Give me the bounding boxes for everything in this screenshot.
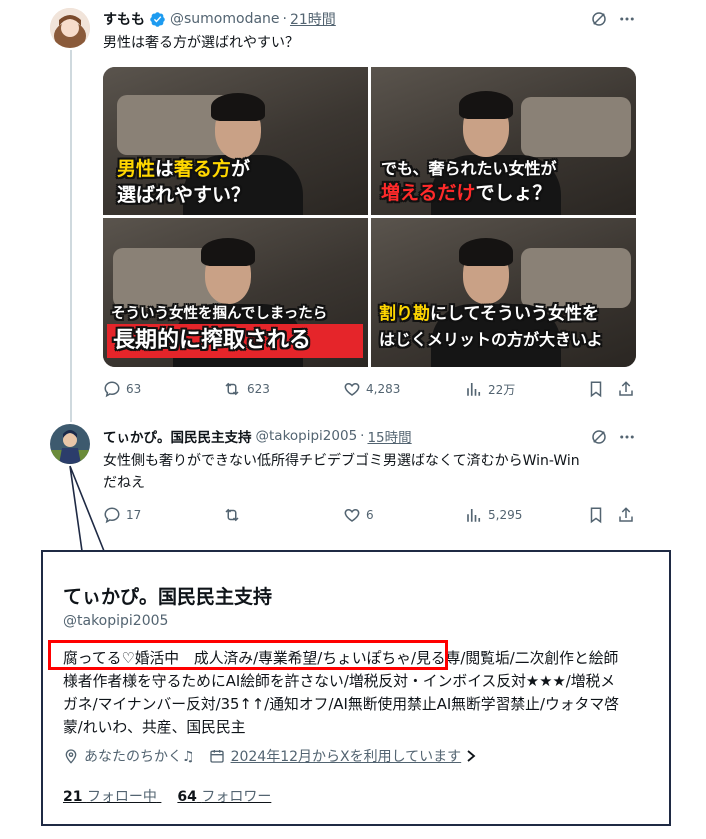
following-count: 21 xyxy=(63,789,83,805)
profile-meta: あなたのちかく♫ 2024年12月からXを利用しています xyxy=(63,746,477,766)
profile-joined-link[interactable]: 2024年12月からXを利用しています xyxy=(231,746,462,766)
profile-handle[interactable]: @takopipi2005 xyxy=(63,613,168,629)
followers-link[interactable]: 64 フォロワー xyxy=(177,789,271,805)
profile-follow-stats: 21 フォロー中 64 フォロワー xyxy=(63,786,271,806)
bio-line: 様者作者様を守るためにAI絵師を許さない/増税反対・インボイス反対★★★/増税メ xyxy=(63,673,616,690)
highlight-box xyxy=(48,640,448,670)
profile-location: あなたのちかく♫ xyxy=(84,749,195,765)
following-link[interactable]: 21 フォロー中 xyxy=(63,789,161,805)
following-label: フォロー中 xyxy=(86,789,157,805)
chevron-right-icon xyxy=(467,750,476,762)
bio-line: 蒙/れいわ、共産、国民民主 xyxy=(63,719,246,736)
profile-display-name[interactable]: てぃかぴ。国民民主支持 xyxy=(63,582,272,609)
followers-label: フォロワー xyxy=(201,789,272,805)
calendar-icon xyxy=(209,750,224,763)
location-icon xyxy=(65,749,77,764)
bio-line: ガネ/マイナンバー反対/35↑↑/通知オフ/AI無断使用禁止AI無断学習禁止/ウ… xyxy=(63,696,619,713)
followers-count: 64 xyxy=(177,789,197,805)
profile-hover-card: てぃかぴ。国民民主支持 @takopipi2005 腐ってる♡婚活中 成人済み/… xyxy=(41,550,671,826)
